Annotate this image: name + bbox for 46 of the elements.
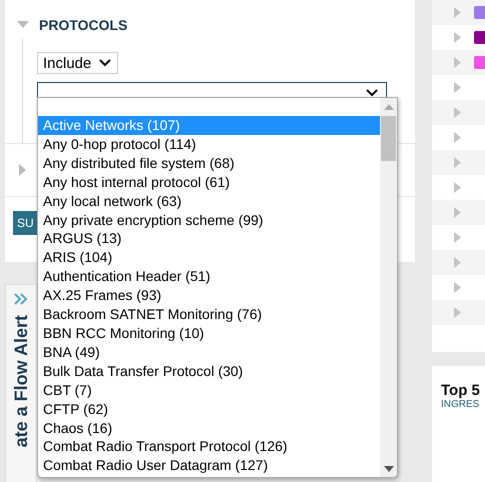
- dropdown-option[interactable]: Any local network (63): [38, 192, 380, 211]
- caret-right-icon[interactable]: [454, 282, 461, 293]
- caret-right-icon[interactable]: [454, 32, 461, 43]
- card-subtitle: INGRES: [441, 399, 480, 410]
- section-title: PROTOCOLS: [39, 17, 128, 33]
- caret-right-icon[interactable]: [454, 182, 461, 193]
- caret-right-icon[interactable]: [454, 107, 461, 118]
- caret-right-icon[interactable]: [454, 207, 461, 218]
- flow-alert-tab[interactable]: ate a Flow Alert: [5, 284, 37, 482]
- chevron-down-icon: [366, 88, 378, 96]
- dropdown-option[interactable]: AX.25 Frames (93): [38, 286, 380, 306]
- dropdown-option[interactable]: Authentication Header (51): [38, 267, 380, 286]
- dropdown-option[interactable]: Any distributed file system (68): [38, 154, 380, 173]
- caret-right-icon[interactable]: [454, 82, 461, 93]
- scrollbar-thumb[interactable]: [381, 116, 396, 161]
- dropdown-option[interactable]: BNA (49): [38, 342, 380, 362]
- caret-right-icon[interactable]: [454, 132, 461, 143]
- dropdown-option[interactable]: ARIS (104): [38, 248, 380, 268]
- caret-right-icon[interactable]: [454, 57, 461, 68]
- dropdown-option[interactable]: Bulk Data Transfer Protocol (30): [38, 362, 380, 381]
- caret-down-icon[interactable]: [17, 21, 29, 29]
- caret-right-icon[interactable]: [454, 307, 461, 318]
- dropdown-option[interactable]: Any private encryption scheme (99): [38, 210, 380, 230]
- caret-right-icon[interactable]: [454, 157, 461, 168]
- chevron-down-icon: [99, 59, 112, 67]
- dropdown-option[interactable]: Any 0-hop protocol (114): [38, 134, 380, 154]
- dropdown-option[interactable]: BBN RCC Monitoring (10): [38, 324, 380, 343]
- caret-right-icon[interactable]: [454, 232, 461, 243]
- double-chevron-icon: [14, 293, 28, 305]
- dropdown-option[interactable]: Combat Radio Transport Protocol (126): [38, 437, 380, 456]
- dropdown-option[interactable]: CBT (7): [38, 380, 380, 400]
- caret-right-icon[interactable]: [454, 7, 461, 18]
- dropdown-option[interactable]: ARGUS (13): [38, 229, 380, 248]
- dropdown-option[interactable]: Any host internal protocol (61): [38, 172, 380, 192]
- dropdown-option[interactable]: Combat Radio User Datagram (127): [38, 456, 380, 476]
- caret-right-icon[interactable]: [19, 164, 27, 176]
- caret-right-icon[interactable]: [454, 257, 461, 268]
- dropdown-option[interactable]: Chaos (16): [38, 418, 380, 438]
- dropdown-option[interactable]: Backroom SATNET Monitoring (76): [38, 305, 380, 324]
- scrollbar[interactable]: [380, 98, 397, 477]
- scroll-down-icon[interactable]: [384, 466, 394, 472]
- dropdown-option[interactable]: CFTP (62): [38, 400, 380, 418]
- mode-select[interactable]: Include: [37, 52, 118, 74]
- submit-button[interactable]: SU: [13, 211, 37, 235]
- card-title: Top 5: [441, 382, 480, 400]
- scroll-up-icon[interactable]: [384, 104, 394, 110]
